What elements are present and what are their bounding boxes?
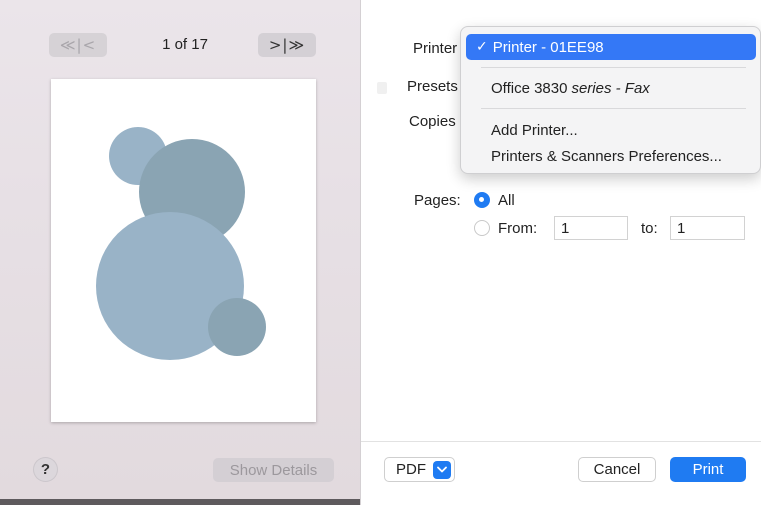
show-details-button[interactable]: Show Details (213, 458, 334, 482)
pdf-menu-button[interactable]: PDF (384, 457, 455, 482)
menu-item-printers-scanners-preferences[interactable]: Printers & Scanners Preferences... (466, 143, 756, 169)
pages-all-radio[interactable] (474, 192, 490, 208)
pdf-label: PDF (396, 461, 426, 478)
preview-circle-small-bottom (208, 298, 266, 356)
next-last-page-icon: >|≫ (268, 36, 306, 54)
page-preview (51, 79, 316, 422)
pages-range-radio[interactable] (474, 220, 490, 236)
pages-all-label: All (498, 192, 515, 209)
next-last-page-button[interactable]: >|≫ (258, 33, 316, 57)
menu-item-add-printer[interactable]: Add Printer... (466, 117, 756, 143)
pages-label: Pages: (414, 192, 461, 209)
preview-artwork (96, 127, 266, 360)
menu-item-label: Printer - 01EE98 (492, 38, 604, 56)
help-button[interactable]: ? (33, 457, 58, 482)
menu-item-suffix: series - Fax (571, 79, 650, 97)
menu-item-printer-01ee98[interactable]: ✓ Printer - 01EE98 (466, 34, 756, 60)
presets-label: Presets (407, 78, 458, 95)
presets-stub (377, 82, 387, 94)
pages-from-label: From: (498, 220, 538, 237)
copies-label: Copies (409, 113, 456, 130)
menu-separator (481, 108, 746, 109)
menu-item-label: Add Printer... (491, 121, 578, 139)
checkmark-icon: ✓ (476, 39, 488, 55)
page-indicator: 1 of 17 (162, 36, 208, 53)
chevron-down-icon (433, 460, 451, 479)
printer-label: Printer (413, 40, 458, 57)
print-button[interactable]: Print (670, 457, 746, 482)
pages-from-input[interactable]: 1 (554, 216, 628, 240)
footer-divider (361, 441, 761, 442)
pages-to-label: to: (641, 220, 658, 237)
pane-divider (360, 0, 361, 505)
menu-separator (481, 67, 746, 68)
printer-dropdown-menu: ✓ Printer - 01EE98 Office 3830 series - … (460, 26, 761, 174)
pages-to-input[interactable]: 1 (670, 216, 745, 240)
menu-item-label: Printers & Scanners Preferences... (491, 147, 722, 165)
menu-item-label: Office 3830 (491, 79, 568, 97)
menu-item-office-3830-fax[interactable]: Office 3830 series - Fax (466, 75, 756, 101)
first-prev-page-icon: ≪|< (59, 36, 97, 54)
help-icon: ? (40, 461, 51, 478)
first-prev-page-button[interactable]: ≪|< (49, 33, 107, 57)
cancel-button[interactable]: Cancel (578, 457, 656, 482)
pane-bottom-edge (0, 499, 361, 505)
